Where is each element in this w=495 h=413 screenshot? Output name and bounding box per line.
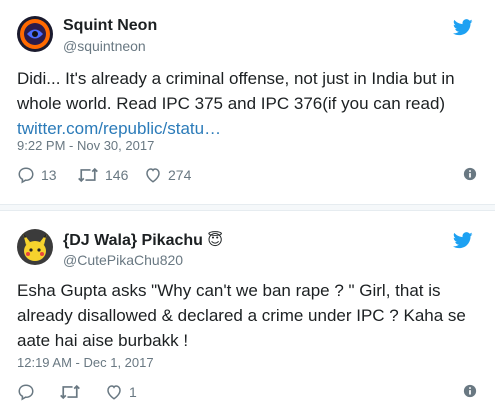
tweet-card[interactable]: {DJ Wala} Pikachu 😇 @CutePikaChu820 Esha… — [0, 210, 495, 413]
tweet-actions: 1 — [17, 382, 477, 402]
timestamp[interactable]: 12:19 AM - Dec 1, 2017 — [17, 355, 154, 370]
tweet-link[interactable]: twitter.com/republic/statu… — [17, 119, 221, 138]
retweet-icon — [78, 167, 98, 183]
pikachu-avatar-icon — [17, 229, 53, 265]
tweet-text: Didi... It's already a criminal offense,… — [17, 66, 477, 141]
halo-emoji: 😇 — [207, 232, 223, 249]
tweet-card[interactable]: Squint Neon @squintneon Didi... It's alr… — [0, 0, 495, 205]
twitter-bird-icon[interactable] — [453, 232, 473, 249]
display-name-text: {DJ Wala} Pikachu — [63, 232, 203, 249]
retweet-button[interactable] — [59, 382, 87, 402]
avatar[interactable] — [17, 16, 53, 52]
timestamp[interactable]: 9:22 PM - Nov 30, 2017 — [17, 138, 154, 153]
like-count: 1 — [129, 384, 137, 400]
heart-icon — [146, 168, 160, 183]
neon-eye-avatar-icon — [17, 16, 53, 52]
like-count: 274 — [168, 167, 192, 183]
reply-icon — [18, 384, 34, 401]
info-icon[interactable] — [463, 167, 477, 181]
avatar[interactable] — [17, 229, 53, 265]
info-icon[interactable] — [463, 384, 477, 398]
display-name[interactable]: {DJ Wala} Pikachu 😇 — [63, 231, 223, 250]
tweet-text: Esha Gupta asks "Why can't we ban rape ?… — [17, 281, 466, 350]
twitter-bird-icon[interactable] — [453, 19, 473, 36]
reply-button[interactable]: 13 — [17, 165, 57, 185]
tweet-actions: 13 146 274 — [17, 165, 477, 185]
display-name[interactable]: Squint Neon — [63, 17, 157, 35]
reply-icon — [18, 167, 34, 184]
retweet-icon — [60, 384, 80, 400]
reply-button[interactable] — [17, 382, 41, 402]
heart-icon — [107, 385, 121, 400]
retweet-button[interactable]: 146 — [77, 165, 128, 185]
reply-count: 13 — [41, 167, 57, 183]
user-handle[interactable]: @CutePikaChu820 — [63, 252, 183, 268]
retweet-count: 146 — [105, 167, 129, 183]
tweet-body: Didi... It's already a criminal offense,… — [17, 69, 455, 113]
like-button[interactable]: 1 — [105, 382, 137, 402]
like-button[interactable]: 274 — [144, 165, 191, 185]
user-handle[interactable]: @squintneon — [63, 38, 146, 54]
